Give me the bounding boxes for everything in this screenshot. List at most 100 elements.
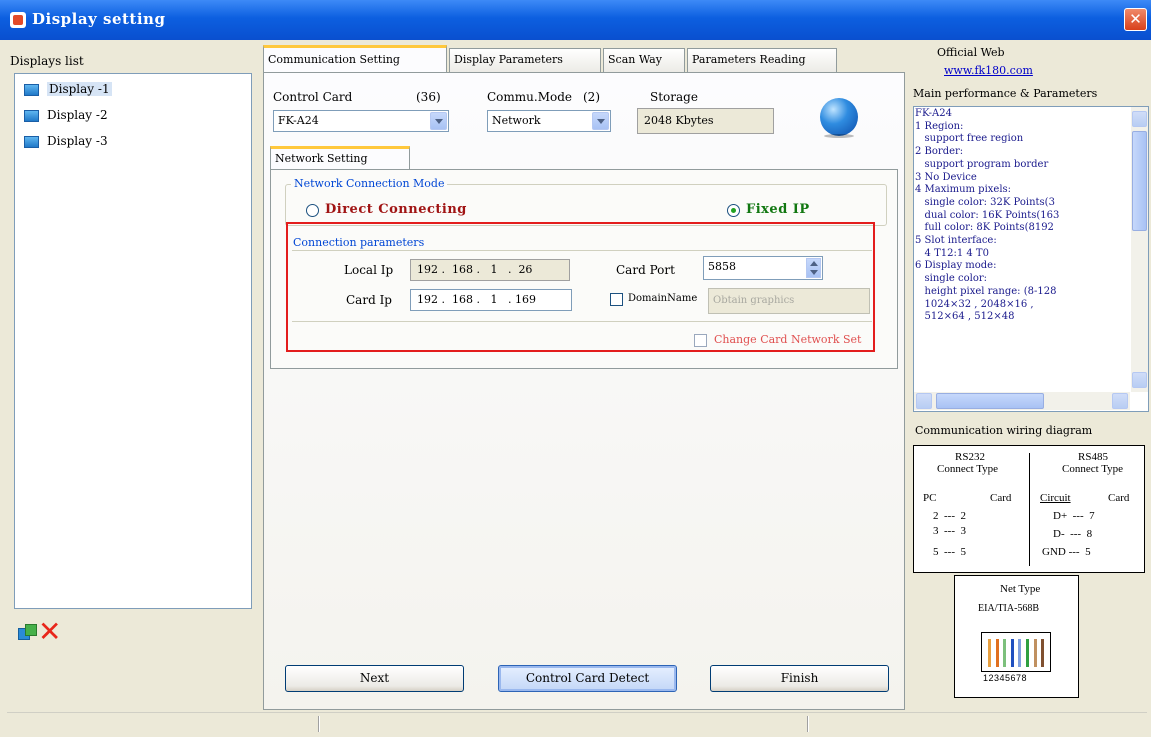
comm-mode-count: (2): [583, 90, 600, 104]
title-bar[interactable]: Display setting ✕: [0, 0, 1151, 40]
fixed-ip-radio[interactable]: [727, 204, 740, 217]
horizontal-scrollbar[interactable]: [914, 392, 1130, 410]
tree-item-display-3[interactable]: Display -3: [24, 134, 108, 152]
window-title: Display setting: [32, 10, 166, 28]
performance-line: dual color: 16K Points(163: [915, 209, 1060, 221]
add-display-icon[interactable]: [18, 624, 38, 642]
rs232-row: 2 --- 2: [933, 510, 966, 522]
net-type-standard: EIA/TIA-568B: [978, 603, 1040, 614]
tree-item-display-2[interactable]: Display -2: [24, 108, 108, 126]
rs232-title: RS232: [955, 451, 985, 463]
rs232-col-left: PC: [923, 492, 937, 504]
highlight-box: [286, 222, 875, 352]
rs485-row: D- --- 8: [1053, 528, 1093, 540]
scroll-thumb[interactable]: [936, 393, 1044, 409]
performance-line: full color: 8K Points(8192: [915, 222, 1054, 234]
storage-label: Storage: [650, 90, 698, 104]
tab-communication-setting[interactable]: Communication Setting: [263, 45, 447, 73]
fixed-ip-label[interactable]: Fixed IP: [746, 202, 810, 217]
net-type-label: Net Type: [1000, 583, 1041, 595]
status-separator: [807, 716, 809, 732]
official-web-label: Official Web: [937, 46, 1005, 59]
performance-line: single color:: [915, 273, 987, 285]
displays-tree[interactable]: [14, 73, 252, 609]
finish-button[interactable]: Finish: [710, 665, 889, 692]
performance-line: single color: 32K Points(3: [915, 196, 1055, 208]
rj45-pin: [988, 639, 991, 667]
next-button[interactable]: Next: [285, 665, 464, 692]
performance-label: Main performance & Parameters: [913, 87, 1098, 100]
rj45-pin: [995, 639, 999, 667]
tree-item-label: Display -1: [47, 82, 112, 96]
rj45-pin: [1026, 639, 1029, 667]
tree-item-display-1[interactable]: Display -1: [24, 82, 112, 100]
tab-display-parameters[interactable]: Display Parameters: [449, 48, 601, 72]
performance-line: 1024×32 , 2048×16 ,: [915, 298, 1034, 310]
rj45-pin: [1010, 639, 1014, 667]
scroll-thumb[interactable]: [1132, 131, 1147, 231]
performance-line: height pixel range: (8-128: [915, 285, 1057, 297]
display-icon: [24, 83, 39, 96]
control-card-value: FK-A24: [278, 114, 319, 127]
rj45-connector-icon: [981, 632, 1051, 672]
rj45-pin: [1041, 639, 1045, 667]
status-separator: [318, 716, 320, 732]
control-card-select[interactable]: FK-A24: [273, 110, 449, 132]
performance-line: FK-A24: [915, 108, 953, 119]
close-button[interactable]: ✕: [1124, 8, 1147, 31]
performance-line: 4 Maximum pixels:: [915, 184, 1012, 196]
rj45-pin-numbers: 12345678: [983, 673, 1028, 683]
tab-scan-way[interactable]: Scan Way: [603, 48, 685, 72]
displays-list-label: Displays list: [10, 54, 84, 68]
rs232-col-right: Card: [990, 492, 1012, 504]
globe-icon: [820, 98, 858, 138]
scroll-right-icon[interactable]: [1112, 393, 1128, 409]
performance-line: 5 Slot interface:: [915, 235, 997, 247]
app-icon: [10, 12, 26, 28]
comm-mode-label: Commu.Mode: [487, 90, 573, 104]
rs485-col-left: Circuit: [1040, 492, 1071, 504]
display-icon: [24, 109, 39, 122]
performance-line: 512×64 , 512×48: [915, 311, 1015, 323]
rs232-row: 5 --- 5: [933, 546, 966, 558]
rj45-pin: [1033, 639, 1037, 667]
tab-parameters-reading[interactable]: Parameters Reading: [687, 48, 837, 72]
performance-line: 1 Region:: [915, 120, 964, 132]
chevron-down-icon[interactable]: [592, 112, 609, 130]
vertical-scrollbar[interactable]: [1131, 107, 1148, 392]
rs485-subtitle: Connect Type: [1062, 463, 1124, 475]
direct-connecting-label[interactable]: Direct Connecting: [325, 202, 467, 217]
performance-text: FK-A24 1 Region: support free region 2 Bor…: [915, 108, 1130, 388]
control-card-detect-button[interactable]: Control Card Detect: [498, 665, 677, 692]
wiring-diagram-label: Communication wiring diagram: [915, 424, 1093, 437]
performance-line: 3 No Device: [915, 171, 977, 183]
scroll-left-icon[interactable]: [916, 393, 932, 409]
rj45-pin: [1003, 639, 1007, 667]
tab-network-setting[interactable]: Network Setting: [270, 146, 410, 170]
display-icon: [24, 135, 39, 148]
connection-mode-legend: Network Connection Mode: [291, 177, 448, 190]
performance-line: 2 Border:: [915, 146, 964, 158]
storage-value: 2048 Kbytes: [637, 108, 774, 134]
control-card-label: Control Card: [273, 90, 353, 104]
comm-mode-select[interactable]: Network: [487, 110, 611, 132]
performance-line: 6 Display mode:: [915, 260, 997, 272]
performance-line: support program border: [915, 158, 1049, 170]
scroll-down-icon[interactable]: [1132, 372, 1147, 388]
control-card-count: (36): [416, 90, 441, 104]
delete-display-icon[interactable]: ✕: [38, 618, 66, 646]
rs485-row: D+ --- 7: [1053, 510, 1095, 522]
rs485-col-right: Card: [1108, 492, 1130, 504]
scroll-up-icon[interactable]: [1132, 111, 1147, 127]
direct-connecting-radio[interactable]: [306, 204, 319, 217]
status-bar: [7, 712, 1147, 732]
tree-item-label: Display -2: [47, 108, 108, 122]
official-web-link[interactable]: www.fk180.com: [944, 64, 1033, 77]
tree-item-label: Display -3: [47, 134, 108, 148]
rs232-subtitle: Connect Type: [937, 463, 999, 475]
chevron-down-icon[interactable]: [430, 112, 447, 130]
rs232-row: 3 --- 3: [933, 525, 966, 537]
performance-line: support free region: [915, 133, 1024, 145]
rs485-row: GND --- 5: [1042, 546, 1091, 558]
performance-line: 4 T12:1 4 T0: [915, 247, 989, 259]
